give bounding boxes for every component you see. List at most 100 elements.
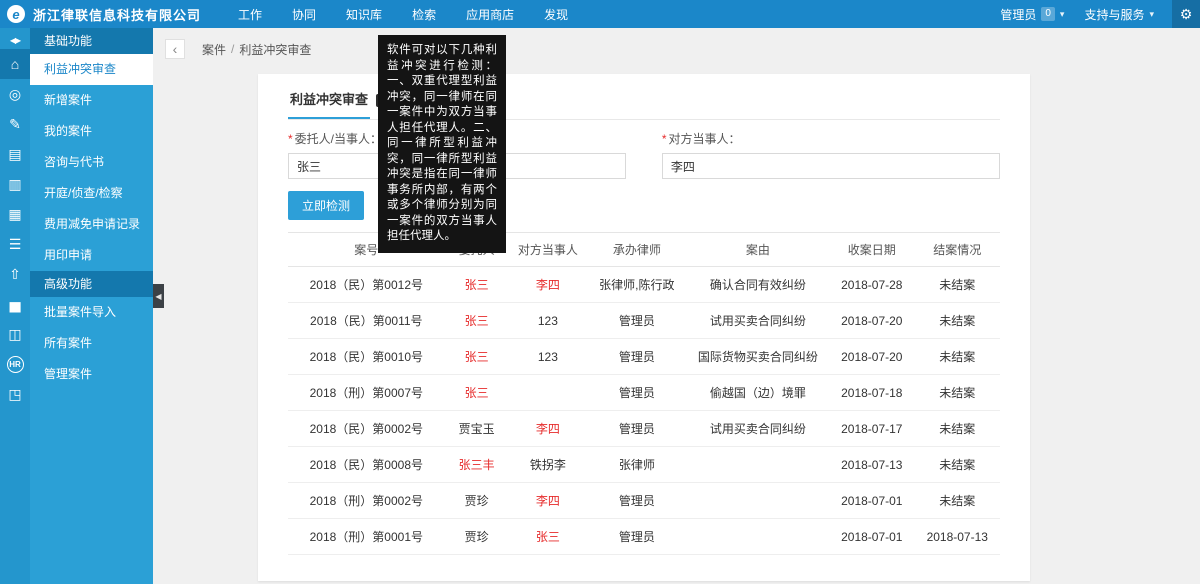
cube-icon[interactable]: ◳ xyxy=(0,379,30,409)
upload-icon[interactable]: ⇧ xyxy=(0,259,30,289)
conflict-review-panel: 利益冲突审查 i *委托人/当事人： *对方当事人： 立即检测 案号 xyxy=(258,74,1030,581)
table-row: 2018（刑）第0007号张三管理员偷越国（边）境罪2018-07-18未结案 xyxy=(288,375,1000,411)
table-row: 2018（刑）第0001号贾珍张三管理员2018-07-012018-07-13 xyxy=(288,519,1000,555)
sidebar-item-all-cases[interactable]: 所有案件 xyxy=(30,328,153,359)
breadcrumb-separator: / xyxy=(231,42,234,56)
tab-conflict-review[interactable]: 利益冲突审查 xyxy=(288,89,370,119)
breadcrumb-cases[interactable]: 案件 xyxy=(202,41,226,58)
cell-case-no: 2018（民）第0012号 xyxy=(288,267,445,303)
breadcrumb-current: 利益冲突审查 xyxy=(239,41,311,58)
cell-date: 2018-07-01 xyxy=(829,483,914,519)
cell-cause: 试用买卖合同纠纷 xyxy=(687,303,829,339)
hr-icon-label: HR xyxy=(7,356,24,373)
cell-date: 2018-07-20 xyxy=(829,303,914,339)
cell-case-no: 2018（民）第0010号 xyxy=(288,339,445,375)
bar-chart-icon[interactable]: ▅ xyxy=(0,289,30,319)
cell-opponent: 李四 xyxy=(509,483,587,519)
cell-date: 2018-07-28 xyxy=(829,267,914,303)
support-label: 支持与服务 xyxy=(1084,6,1144,23)
cell-client: 贾宝玉 xyxy=(445,411,509,447)
print-icon[interactable]: ▤ xyxy=(0,139,30,169)
cell-date: 2018-07-01 xyxy=(829,519,914,555)
sidebar-item-manage-cases[interactable]: 管理案件 xyxy=(30,359,153,390)
gallery-icon[interactable]: ◫ xyxy=(0,319,30,349)
sidebar-collapse-handle[interactable]: ◀ xyxy=(153,284,164,308)
cell-status: 2018-07-13 xyxy=(915,519,1000,555)
apps-grid-icon[interactable]: ▦ xyxy=(0,199,30,229)
workdesk-icon[interactable]: ✎ xyxy=(0,109,30,139)
cell-client: 贾珍 xyxy=(445,519,509,555)
opponent-field: *对方当事人： xyxy=(662,130,1000,179)
table-row: 2018（民）第0008号张三丰铁拐李张律师2018-07-13未结案 xyxy=(288,447,1000,483)
cell-client: 张三 xyxy=(445,303,509,339)
cell-client: 张三 xyxy=(445,339,509,375)
cell-status: 未结案 xyxy=(915,411,1000,447)
sidebar-item-consulting[interactable]: 咨询与代书 xyxy=(30,147,153,178)
case-table: 案号 委托人 对方当事人 承办律师 案由 收案日期 结案情况 2018（民）第0… xyxy=(288,232,1000,555)
cell-case-no: 2018（民）第0011号 xyxy=(288,303,445,339)
cell-status: 未结案 xyxy=(915,447,1000,483)
top-menu-search[interactable]: 检索 xyxy=(397,0,451,28)
top-menu-discover[interactable]: 发现 xyxy=(529,0,583,28)
table-row: 2018（刑）第0002号贾珍李四管理员2018-07-01未结案 xyxy=(288,483,1000,519)
topbar: e 浙江律联信息科技有限公司 工作 协同 知识库 检索 应用商店 发现 管理员 … xyxy=(0,0,1200,28)
cell-lawyer: 管理员 xyxy=(587,375,687,411)
cell-opponent: 李四 xyxy=(509,411,587,447)
cell-client: 张三 xyxy=(445,267,509,303)
top-menu-knowledge[interactable]: 知识库 xyxy=(331,0,397,28)
cell-lawyer: 管理员 xyxy=(587,339,687,375)
contacts-icon[interactable]: ▥ xyxy=(0,169,30,199)
sidebar-section-basic[interactable]: 基础功能 xyxy=(30,28,153,54)
cell-client: 张三丰 xyxy=(445,447,509,483)
back-button[interactable]: ‹ xyxy=(165,39,185,59)
opponent-field-label: *对方当事人： xyxy=(662,130,1000,147)
table-row: 2018（民）第0002号贾宝玉李四管理员试用买卖合同纠纷2018-07-17未… xyxy=(288,411,1000,447)
case-table-body: 2018（民）第0012号张三李四张律师,陈行政确认合同有效纠纷2018-07-… xyxy=(288,267,1000,555)
cell-status: 未结案 xyxy=(915,375,1000,411)
col-date: 收案日期 xyxy=(829,233,914,267)
table-row: 2018（民）第0011号张三123管理员试用买卖合同纠纷2018-07-20未… xyxy=(288,303,1000,339)
user-menu[interactable]: 管理员 0 ▾ xyxy=(990,0,1074,28)
sidebar-item-hearing[interactable]: 开庭/侦查/检察 xyxy=(30,178,153,209)
col-cause: 案由 xyxy=(687,233,829,267)
cell-status: 未结案 xyxy=(915,303,1000,339)
cell-cause xyxy=(687,519,829,555)
cell-opponent: 李四 xyxy=(509,267,587,303)
cell-status: 未结案 xyxy=(915,267,1000,303)
col-lawyer: 承办律师 xyxy=(587,233,687,267)
sidebar-item-fee-waiver[interactable]: 费用减免申请记录 xyxy=(30,209,153,240)
sidebar-item-my-cases[interactable]: 我的案件 xyxy=(30,116,153,147)
cell-cause xyxy=(687,447,829,483)
top-menu-collaboration[interactable]: 协同 xyxy=(277,0,331,28)
sidebar-item-new-case[interactable]: 新增案件 xyxy=(30,85,153,116)
sidebar-section-advanced[interactable]: 高级功能 xyxy=(30,271,153,297)
cell-lawyer: 张律师 xyxy=(587,447,687,483)
sidebar-menu: 基础功能 利益冲突审查 新增案件 我的案件 咨询与代书 开庭/侦查/检察 费用减… xyxy=(30,28,153,584)
cell-client: 张三 xyxy=(445,375,509,411)
cell-opponent: 123 xyxy=(509,339,587,375)
top-menu-appstore[interactable]: 应用商店 xyxy=(451,0,529,28)
cell-lawyer: 管理员 xyxy=(587,519,687,555)
table-row: 2018（民）第0012号张三李四张律师,陈行政确认合同有效纠纷2018-07-… xyxy=(288,267,1000,303)
sidebar-item-batch-import[interactable]: 批量案件导入 xyxy=(30,297,153,328)
cell-case-no: 2018（刑）第0007号 xyxy=(288,375,445,411)
hr-icon[interactable]: HR xyxy=(0,349,30,379)
cell-lawyer: 管理员 xyxy=(587,303,687,339)
support-menu[interactable]: 支持与服务 ▾ xyxy=(1074,0,1164,28)
user-badge: 0 xyxy=(1041,7,1055,21)
sidebar-item-seal-request[interactable]: 用印申请 xyxy=(30,240,153,271)
top-menu-work[interactable]: 工作 xyxy=(223,0,277,28)
search-icon[interactable]: ◎ xyxy=(0,79,30,109)
icon-rail: ◀▶ ⌂ ◎ ✎ ▤ ▥ ▦ ☰ ⇧ ▅ ◫ HR ◳ xyxy=(0,28,30,584)
cell-date: 2018-07-18 xyxy=(829,375,914,411)
home-icon[interactable]: ⌂ xyxy=(0,49,30,79)
rail-collapse-icon[interactable]: ◀▶ xyxy=(10,28,20,49)
sidebar-item-conflict-review[interactable]: 利益冲突审查 xyxy=(30,54,153,85)
detect-button[interactable]: 立即检测 xyxy=(288,191,364,220)
opponent-input[interactable] xyxy=(662,153,1000,179)
list-icon[interactable]: ☰ xyxy=(0,229,30,259)
breadcrumb: ‹ 案件 / 利益冲突审查 xyxy=(153,28,1200,62)
gear-icon[interactable]: ⚙ xyxy=(1172,0,1200,28)
app-logo-icon[interactable]: e xyxy=(7,5,25,23)
cell-case-no: 2018（民）第0002号 xyxy=(288,411,445,447)
